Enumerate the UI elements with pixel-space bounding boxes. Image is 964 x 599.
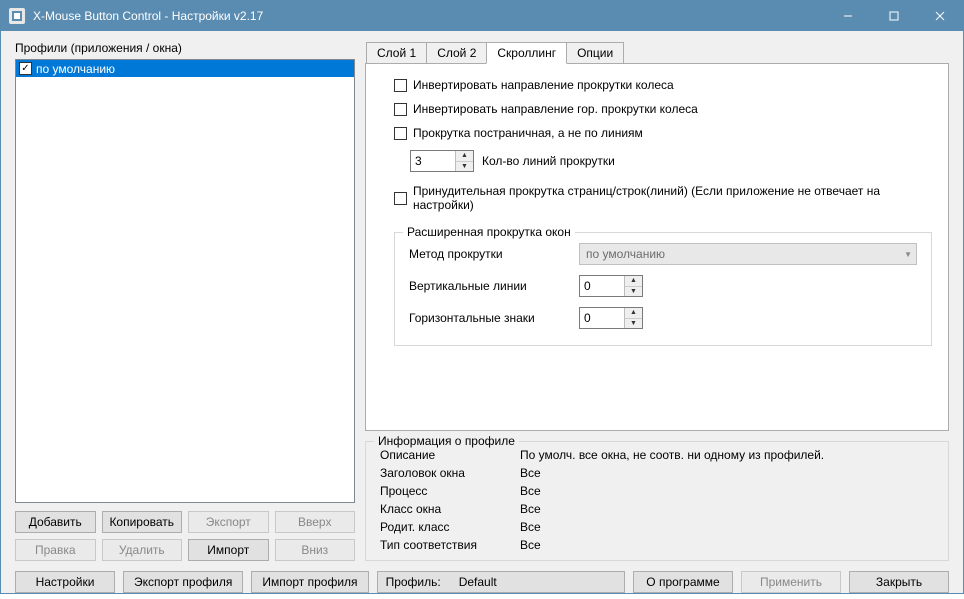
profile-checkbox[interactable]: ✓ (19, 62, 32, 75)
import-profile-button[interactable]: Импорт профиля (251, 571, 368, 593)
wclass-value: Все (520, 502, 541, 516)
minimize-button[interactable] (825, 1, 871, 31)
profile-info-section: Информация о профиле ОписаниеПо умолч. в… (365, 441, 949, 561)
export-button: Экспорт (188, 511, 269, 533)
vlines-label: Вертикальные линии (409, 279, 579, 293)
advanced-scroll-fieldset: Расширенная прокрутка окон Метод прокрут… (394, 232, 932, 346)
hchars-input[interactable] (580, 308, 624, 328)
export-profile-button[interactable]: Экспорт профиля (123, 571, 243, 593)
add-button[interactable]: Добавить (15, 511, 96, 533)
wtitle-label: Заголовок окна (380, 466, 520, 480)
lines-input[interactable] (411, 151, 455, 171)
hchars-up-icon[interactable]: ▲ (625, 308, 642, 319)
lines-label: Кол-во линий прокрутки (482, 154, 615, 168)
tab-body-scrolling: Инвертировать направление прокрутки коле… (365, 63, 949, 431)
match-label: Тип соответствия (380, 538, 520, 552)
wclass-label: Класс окна (380, 502, 520, 516)
up-button: Вверх (275, 511, 356, 533)
tab-layer2[interactable]: Слой 2 (426, 42, 487, 64)
copy-button[interactable]: Копировать (102, 511, 183, 533)
pclass-value: Все (520, 520, 541, 534)
profiles-list[interactable]: ✓ по умолчанию (15, 59, 355, 503)
vlines-input[interactable] (580, 276, 624, 296)
apply-button: Применить (741, 571, 841, 593)
lines-down-icon[interactable]: ▼ (456, 162, 473, 172)
close-button[interactable] (917, 1, 963, 31)
method-value: по умолчанию (586, 247, 665, 261)
page-scroll-label: Прокрутка постраничная, а не по линиям (413, 126, 643, 140)
tab-scrolling[interactable]: Скроллинг (486, 42, 567, 64)
lines-up-icon[interactable]: ▲ (456, 151, 473, 162)
settings-button[interactable]: Настройки (15, 571, 115, 593)
proc-value: Все (520, 484, 541, 498)
vlines-down-icon[interactable]: ▼ (625, 287, 642, 297)
profile-value: Default (459, 575, 497, 589)
profile-name: по умолчанию (36, 62, 115, 76)
edit-button: Правка (15, 539, 96, 561)
bottom-bar: Настройки Экспорт профиля Импорт профиля… (15, 567, 949, 593)
desc-label: Описание (380, 448, 520, 462)
titlebar[interactable]: X-Mouse Button Control - Настройки v2.17 (1, 1, 963, 31)
maximize-button[interactable] (871, 1, 917, 31)
force-scroll-checkbox[interactable] (394, 192, 407, 205)
chevron-down-icon: ▼ (904, 250, 912, 259)
close-dialog-button[interactable]: Закрыть (849, 571, 949, 593)
proc-label: Процесс (380, 484, 520, 498)
import-button[interactable]: Импорт (188, 539, 269, 561)
wtitle-value: Все (520, 466, 541, 480)
hchars-down-icon[interactable]: ▼ (625, 319, 642, 329)
profile-label: Профиль: (386, 575, 441, 589)
profiles-label: Профили (приложения / окна) (15, 41, 355, 55)
lines-spinner[interactable]: ▲ ▼ (410, 150, 474, 172)
invert-hwheel-checkbox[interactable] (394, 103, 407, 116)
match-value: Все (520, 538, 541, 552)
invert-wheel-label: Инвертировать направление прокрутки коле… (413, 78, 674, 92)
method-select: по умолчанию ▼ (579, 243, 917, 265)
profile-info-legend: Информация о профиле (374, 434, 519, 448)
profile-item-default[interactable]: ✓ по умолчанию (16, 60, 354, 77)
vlines-up-icon[interactable]: ▲ (625, 276, 642, 287)
page-scroll-checkbox[interactable] (394, 127, 407, 140)
tab-options[interactable]: Опции (566, 42, 624, 64)
vlines-spinner[interactable]: ▲ ▼ (579, 275, 643, 297)
advanced-scroll-legend: Расширенная прокрутка окон (403, 225, 575, 239)
force-scroll-label: Принудительная прокрутка страниц/строк(л… (413, 184, 932, 212)
hchars-spinner[interactable]: ▲ ▼ (579, 307, 643, 329)
window-title: X-Mouse Button Control - Настройки v2.17 (33, 9, 825, 23)
app-icon (9, 8, 25, 24)
desc-value: По умолч. все окна, не соотв. ни одному … (520, 448, 824, 462)
tab-layer1[interactable]: Слой 1 (366, 42, 427, 64)
app-window: X-Mouse Button Control - Настройки v2.17… (0, 0, 964, 594)
about-button[interactable]: О программе (633, 571, 733, 593)
invert-wheel-checkbox[interactable] (394, 79, 407, 92)
delete-button: Удалить (102, 539, 183, 561)
pclass-label: Родит. класс (380, 520, 520, 534)
hchars-label: Горизонтальные знаки (409, 311, 579, 325)
profile-display: Профиль: Default (377, 571, 625, 593)
invert-hwheel-label: Инвертировать направление гор. прокрутки… (413, 102, 698, 116)
tabs: Слой 1 Слой 2 Скроллинг Опции (366, 41, 949, 63)
method-label: Метод прокрутки (409, 247, 579, 261)
down-button: Вниз (275, 539, 356, 561)
